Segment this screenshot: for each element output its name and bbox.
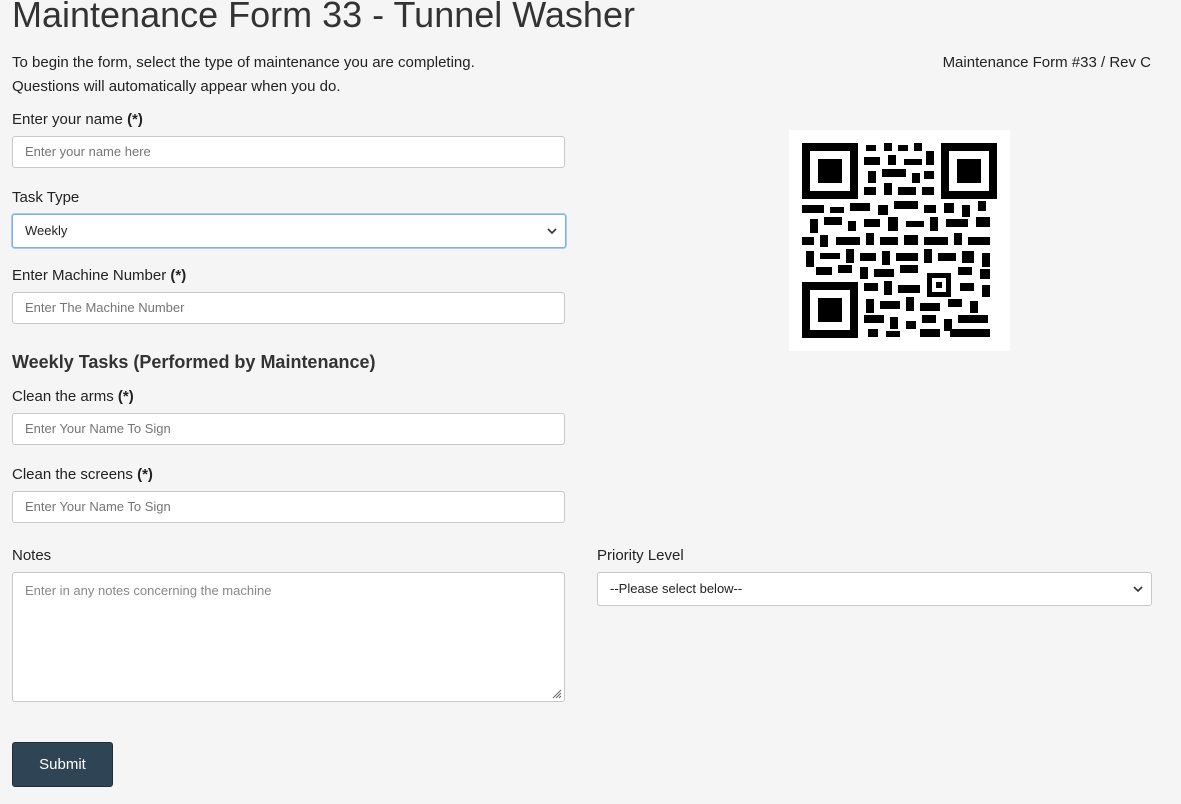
page-title: Maintenance Form 33 - Tunnel Washer [12, 0, 635, 35]
name-label-text: Enter your name [12, 111, 123, 128]
priority-level-value: --Please select below-- [610, 581, 743, 596]
chevron-down-icon [547, 228, 557, 235]
task-type-value: Weekly [25, 223, 68, 238]
notes-textarea[interactable]: Enter in any notes concerning the machin… [12, 572, 565, 702]
resize-grip-icon[interactable] [550, 687, 562, 699]
clean-arms-label-text: Clean the arms [12, 388, 114, 405]
machine-number-input[interactable] [12, 292, 565, 324]
name-input[interactable] [12, 136, 565, 168]
notes-placeholder: Enter in any notes concerning the machin… [25, 583, 272, 598]
priority-level-select[interactable]: --Please select below-- [597, 572, 1152, 606]
name-label: Enter your name (*) [12, 111, 143, 128]
machine-number-label: Enter Machine Number (*) [12, 267, 186, 284]
required-marker: (*) [127, 111, 143, 128]
intro-line-2: Questions will automatically appear when… [12, 78, 341, 95]
priority-level-label: Priority Level [597, 547, 684, 564]
qr-code-icon [789, 130, 1010, 351]
notes-label: Notes [12, 547, 52, 564]
machine-number-label-text: Enter Machine Number [12, 267, 167, 284]
intro-line-1: To begin the form, select the type of ma… [12, 54, 475, 71]
clean-screens-label-text: Clean the screens [12, 466, 133, 483]
clean-screens-label: Clean the screens (*) [12, 466, 153, 483]
clean-arms-label: Clean the arms (*) [12, 388, 134, 405]
clean-screens-input[interactable] [12, 491, 565, 523]
task-type-label: Task Type [12, 189, 80, 206]
clean-arms-input[interactable] [12, 413, 565, 445]
maintenance-form-page: Maintenance Form 33 - Tunnel Washer To b… [0, 0, 1181, 804]
weekly-tasks-heading: Weekly Tasks (Performed by Maintenance) [12, 352, 376, 372]
qr-code-image [789, 130, 1010, 351]
intro-text: To begin the form, select the type of ma… [12, 51, 475, 99]
chevron-down-icon [1133, 586, 1143, 593]
required-marker: (*) [137, 466, 153, 483]
submit-button[interactable]: Submit [12, 742, 113, 787]
required-marker: (*) [170, 267, 187, 284]
task-type-select[interactable]: Weekly [12, 214, 566, 248]
required-marker: (*) [117, 388, 134, 405]
form-number: Maintenance Form #33 / Rev C [942, 54, 1151, 71]
